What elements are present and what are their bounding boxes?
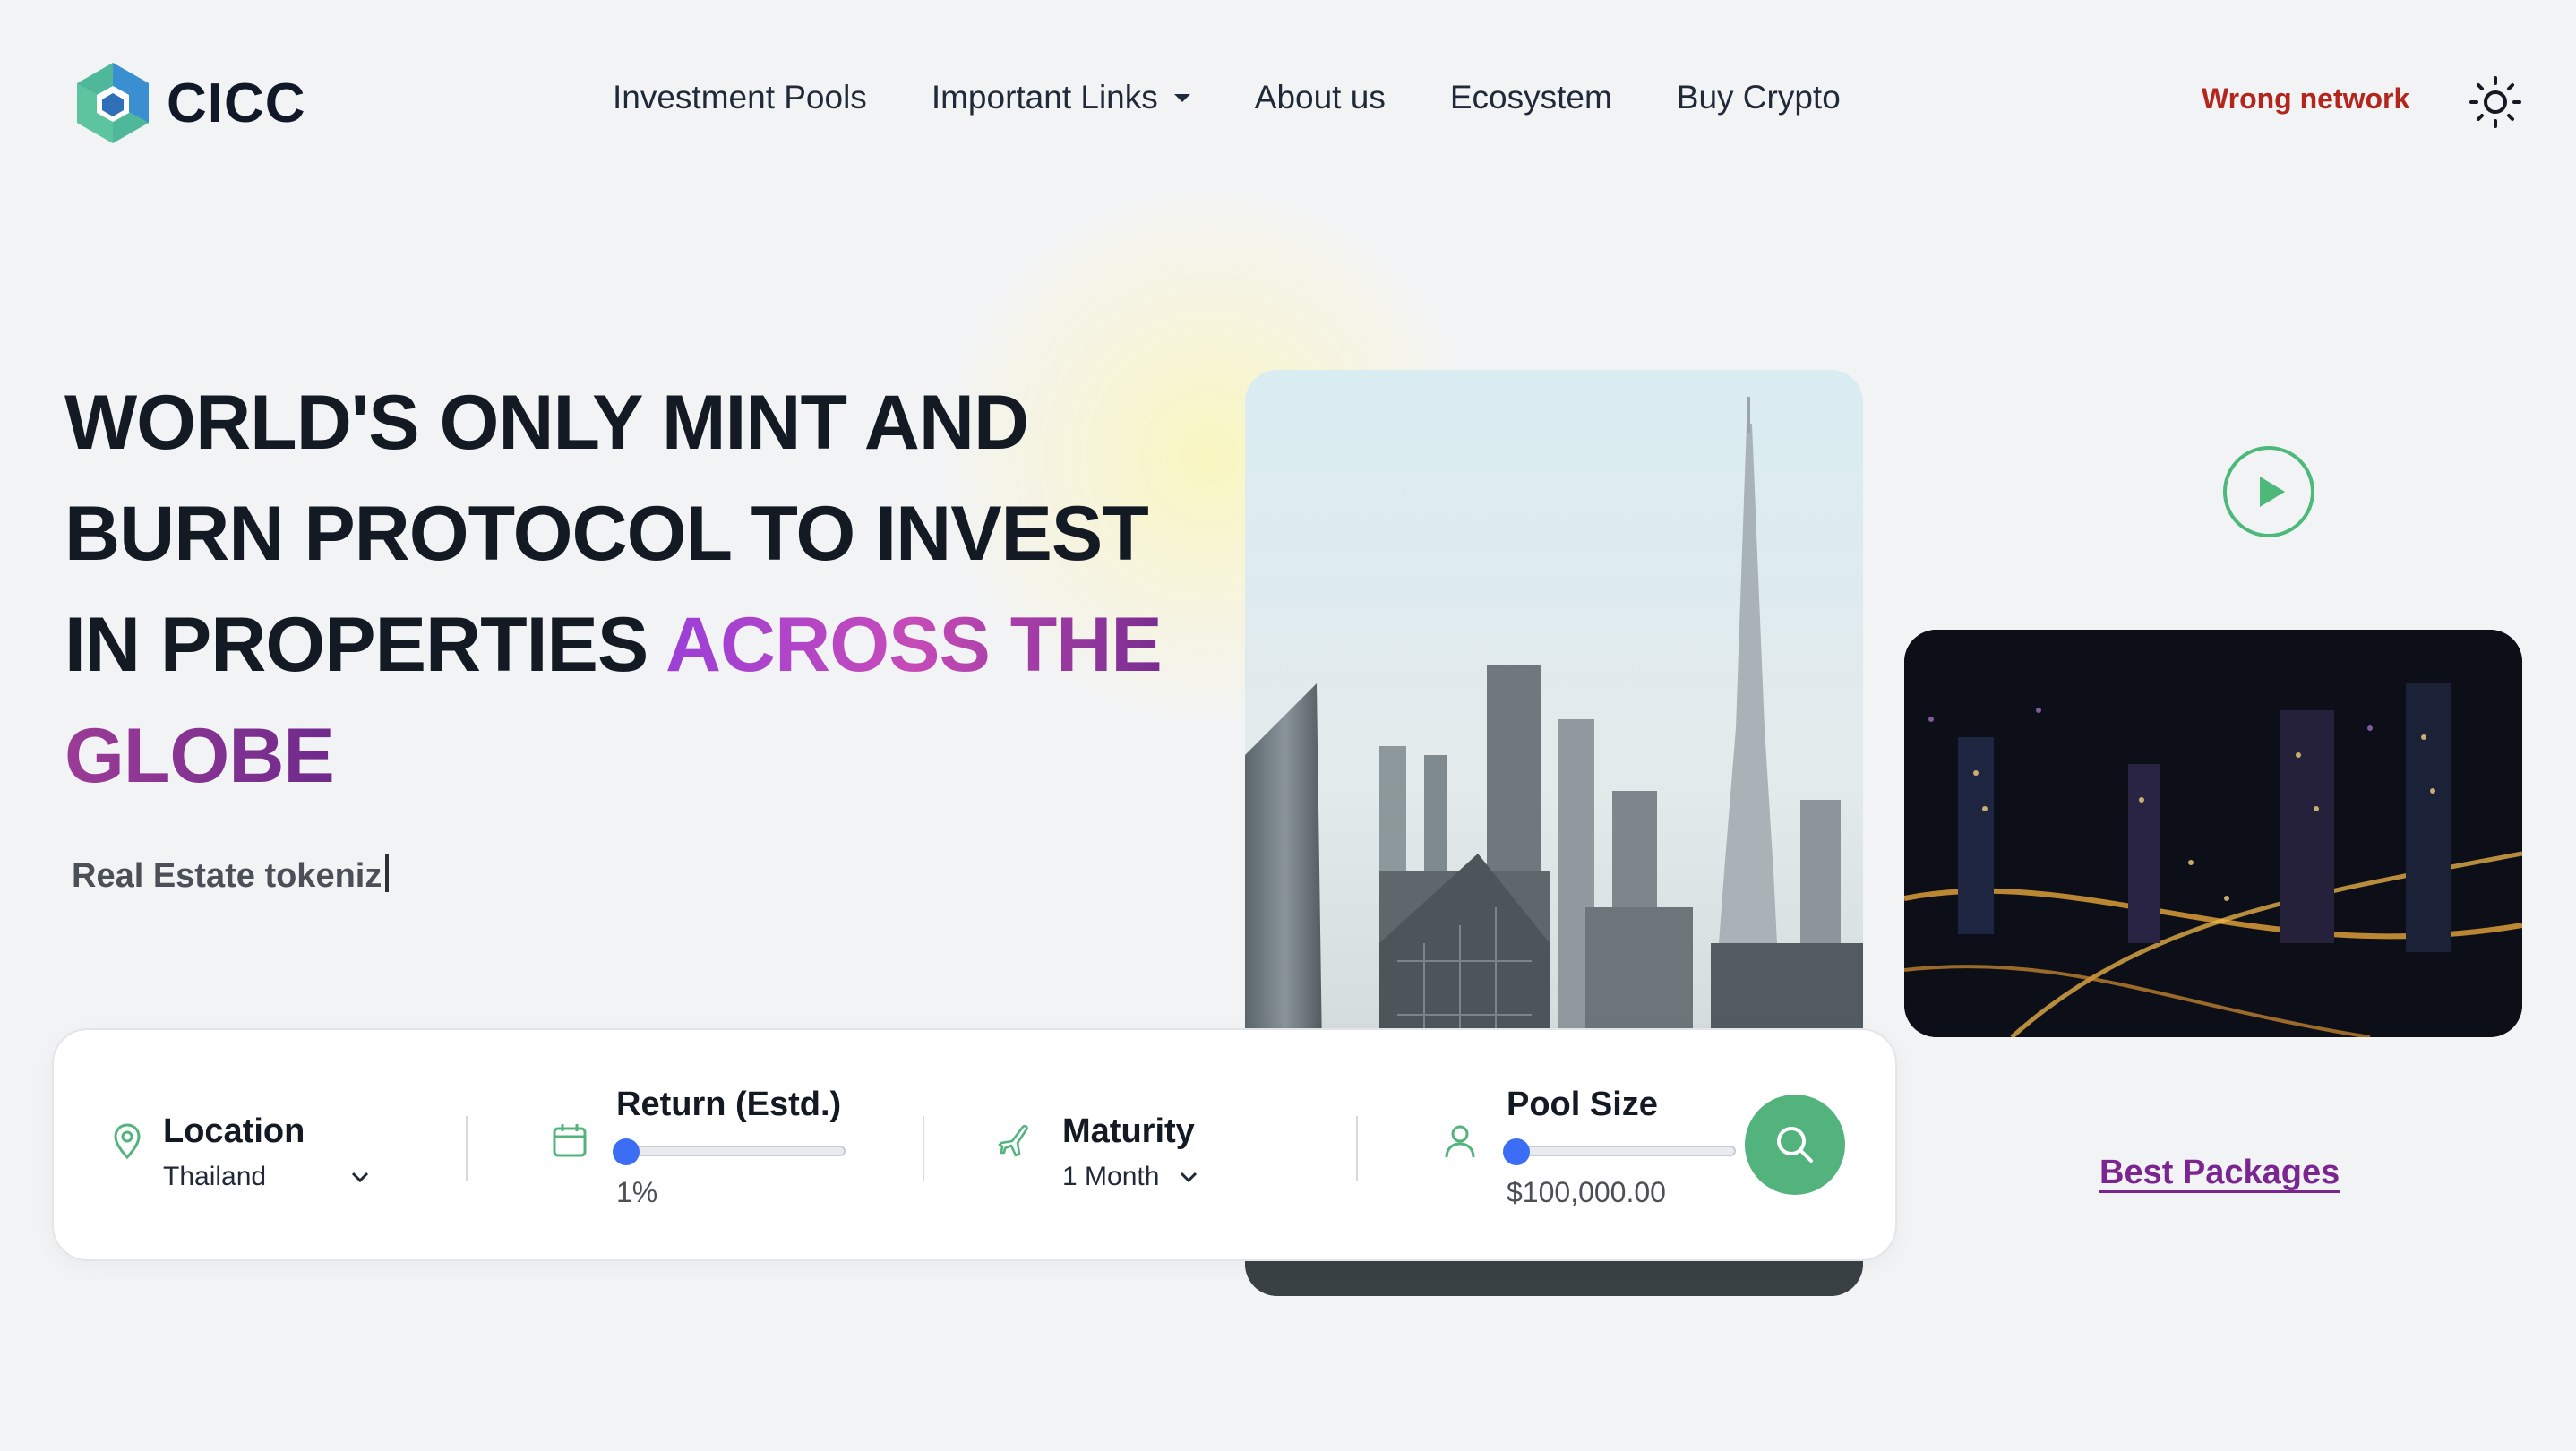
- typing-text: Real Estate tokeniz: [72, 857, 382, 895]
- brand-logo[interactable]: CICC: [73, 59, 306, 147]
- return-slider[interactable]: [613, 1138, 846, 1165]
- best-packages-link[interactable]: Best Packages: [2099, 1154, 2340, 1192]
- user-icon: [1445, 1125, 1475, 1158]
- nav-label: Ecosystem: [1449, 79, 1612, 116]
- pool-size-field: Pool Size $100,000.00: [1440, 1086, 1736, 1209]
- location-value: Thailand: [163, 1162, 267, 1191]
- typing-cursor: [385, 854, 390, 892]
- search-filter-panel: Location Thailand Return (Estd.) 1% Matu…: [52, 1028, 1897, 1261]
- maturity-select[interactable]: 1 Month: [1062, 1162, 1200, 1192]
- maturity-value: 1 Month: [1062, 1162, 1160, 1191]
- night-city-image: [1904, 630, 2522, 1037]
- location-field[interactable]: Location Thailand: [107, 1112, 372, 1192]
- sun-icon[interactable]: [2469, 75, 2522, 129]
- location-label: Location: [163, 1112, 305, 1150]
- hexagon-logo-icon: [77, 63, 149, 143]
- wrong-network-button[interactable]: Wrong network: [2202, 82, 2409, 116]
- brand-name: CICC: [167, 72, 306, 134]
- pool-size-slider-knob[interactable]: [1503, 1138, 1530, 1165]
- nav-label: Investment Pools: [613, 79, 867, 116]
- search-button[interactable]: [1745, 1095, 1845, 1195]
- headline-highlight: ACROSS THE: [665, 602, 1163, 688]
- typing-subtitle: Real Estate tokeniz: [72, 854, 390, 896]
- location-select[interactable]: Thailand: [163, 1162, 372, 1192]
- divider: [923, 1116, 924, 1181]
- return-field: Return (Estd.) 1%: [550, 1086, 846, 1209]
- play-icon: [2260, 477, 2285, 507]
- chevron-down-icon: [352, 1172, 369, 1183]
- divider: [466, 1116, 468, 1181]
- caret-down-icon: [1173, 93, 1190, 102]
- pool-size-slider[interactable]: [1503, 1138, 1736, 1165]
- nav-label: Buy Crypto: [1676, 79, 1841, 116]
- nav-label: About us: [1254, 79, 1386, 116]
- nav-ecosystem[interactable]: Ecosystem: [1450, 79, 1612, 116]
- airplane-icon: [998, 1124, 1028, 1157]
- play-video-button[interactable]: [2223, 446, 2314, 537]
- maturity-label: Maturity: [1062, 1112, 1195, 1150]
- main-nav: Investment Pools Important Links About u…: [613, 79, 1905, 116]
- nav-investment-pools[interactable]: Investment Pools: [613, 79, 867, 116]
- nav-buy-crypto[interactable]: Buy Crypto: [1677, 79, 1841, 116]
- calendar-icon: [553, 1124, 587, 1157]
- nav-about-us[interactable]: About us: [1255, 79, 1386, 116]
- headline-highlight-globe: GLOBE: [64, 713, 335, 799]
- nav-label: Important Links: [931, 79, 1158, 116]
- pool-size-label: Pool Size: [1507, 1086, 1658, 1123]
- divider: [1356, 1116, 1358, 1181]
- hero-headline: WORLD'S ONLY MINT AND BURN PROTOCOL TO I…: [64, 367, 1175, 811]
- chevron-down-icon: [1181, 1172, 1198, 1183]
- pool-size-value: $100,000.00: [1507, 1176, 1666, 1208]
- night-city-illustration: [1904, 630, 2522, 1037]
- search-icon: [1777, 1127, 1813, 1163]
- return-value: 1%: [616, 1176, 658, 1208]
- map-pin-icon: [114, 1123, 141, 1160]
- maturity-field[interactable]: Maturity 1 Month: [996, 1112, 1200, 1192]
- nav-important-links[interactable]: Important Links: [932, 79, 1190, 116]
- return-slider-knob[interactable]: [613, 1138, 640, 1165]
- return-label: Return (Estd.): [616, 1086, 842, 1123]
